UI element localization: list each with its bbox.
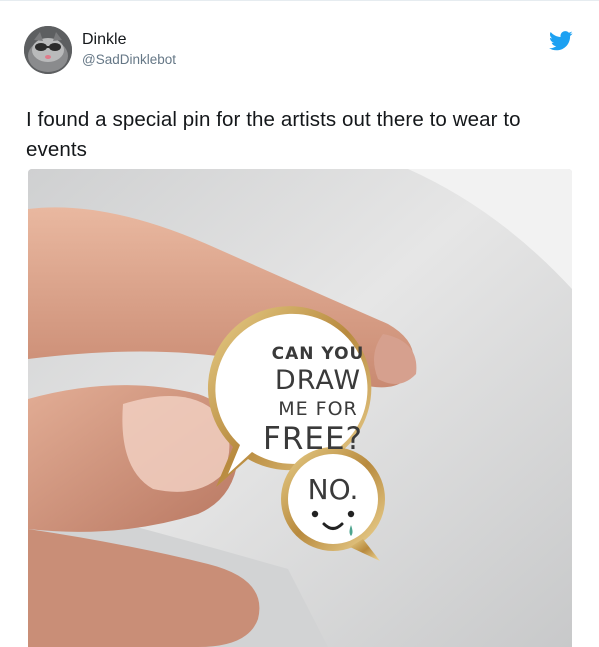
pin-photo: CAN YOU DRAW ME FOR FREE? NO. [28,169,572,647]
pin-text-line3: ME FOR [278,398,358,420]
pin-reply-text: NO. [308,473,359,506]
pin-text-line2: DRAW [275,365,361,396]
tweet-card: Dinkle @SadDinklebot I found a special p… [0,0,599,647]
tweet-text: I found a special pin for the artists ou… [26,108,521,161]
tweet-photo[interactable]: CAN YOU DRAW ME FOR FREE? NO. [28,169,572,647]
author-handle[interactable]: @SadDinklebot [82,52,176,67]
author-name[interactable]: Dinkle [82,31,126,49]
twitter-bird-icon[interactable] [549,31,573,51]
avatar-image [24,26,72,74]
avatar[interactable] [24,26,72,74]
pin-text-line4: FREE? [263,421,363,457]
pin-text-line1: CAN YOU [272,344,365,364]
